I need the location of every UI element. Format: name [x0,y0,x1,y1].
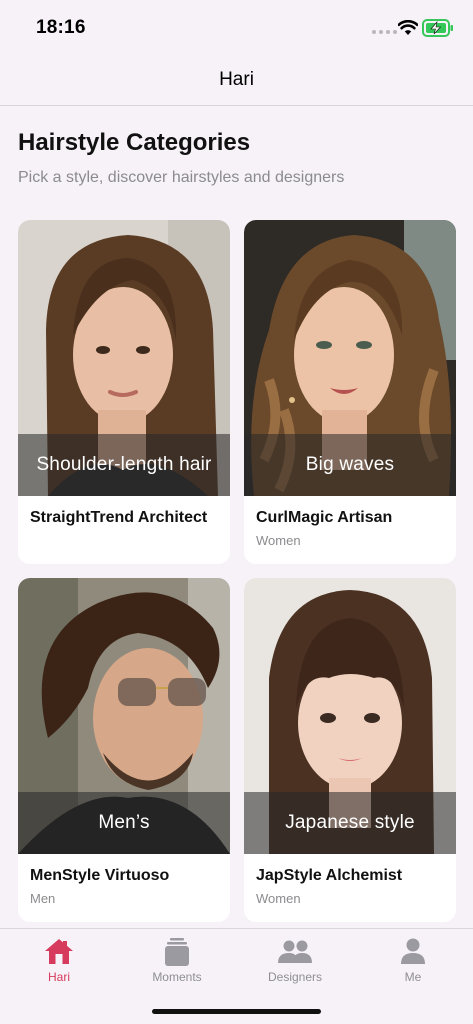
category-card-shoulder-length[interactable]: Shoulder-length hair StraightTrend Archi… [18,220,230,564]
designer-name: StraightTrend Architect [30,509,208,526]
page-subtitle: Pick a style, discover hairstyles and de… [18,169,345,186]
designer-name: JapStyle Alchemist [256,867,403,884]
home-indicator[interactable] [152,1009,321,1014]
people-icon [278,940,312,963]
cellular-signal-icon [372,30,397,34]
designer-category: Men [30,891,56,906]
moments-icon [165,938,189,966]
wifi-icon [398,20,418,35]
hairstyle-photo: Japanese style [244,578,456,854]
hairstyle-photo: Big waves [244,220,456,496]
designer-category: Women [256,533,301,548]
tab-designers[interactable]: Designers [236,929,354,989]
photo-caption-band: Japanese style [244,792,456,854]
status-bar: 18:16 [0,0,473,56]
category-card-big-waves[interactable]: Big waves CurlMagic Artisan Women [244,220,456,564]
tab-label: Designers [267,970,323,984]
screen: 18:16 Hari Hairstyle Categories Pick a s… [0,0,473,1024]
person-icon [401,938,425,964]
tab-moments[interactable]: Moments [118,929,236,989]
photo-caption-band: Big waves [244,434,456,496]
battery-charging-icon [422,19,453,37]
tab-hari[interactable]: Hari [0,929,118,989]
photo-caption-band: Shoulder-length hair [18,434,230,496]
designer-name: CurlMagic Artisan [256,509,393,526]
tab-me[interactable]: Me [354,929,472,989]
style-label: Japanese style [285,812,415,833]
designer-category: Women [256,891,301,906]
category-card-mens[interactable]: Men’s MenStyle Virtuoso Men [18,578,230,922]
photo-caption-band: Men’s [18,792,230,854]
style-label: Big waves [305,454,395,475]
hairstyle-photo: Men’s [18,578,230,854]
nav-title: Hari [219,69,254,90]
navigation-bar: Hari [0,56,473,106]
page-title: Hairstyle Categories [18,129,251,156]
category-card-japanese-style[interactable]: Japanese style JapStyle Alchemist Women [244,578,456,922]
tab-label: Hari [47,970,70,984]
house-icon [45,939,73,964]
style-label: Shoulder-length hair [36,454,212,475]
tab-bar: Hari Moments Designers Me [0,928,473,1024]
style-label: Men’s [98,812,150,833]
status-time: 18:16 [36,17,86,38]
designer-name: MenStyle Virtuoso [30,867,170,884]
tab-label: Me [404,970,422,984]
tab-label: Moments [152,970,202,984]
hairstyle-photo: Shoulder-length hair [18,220,230,496]
